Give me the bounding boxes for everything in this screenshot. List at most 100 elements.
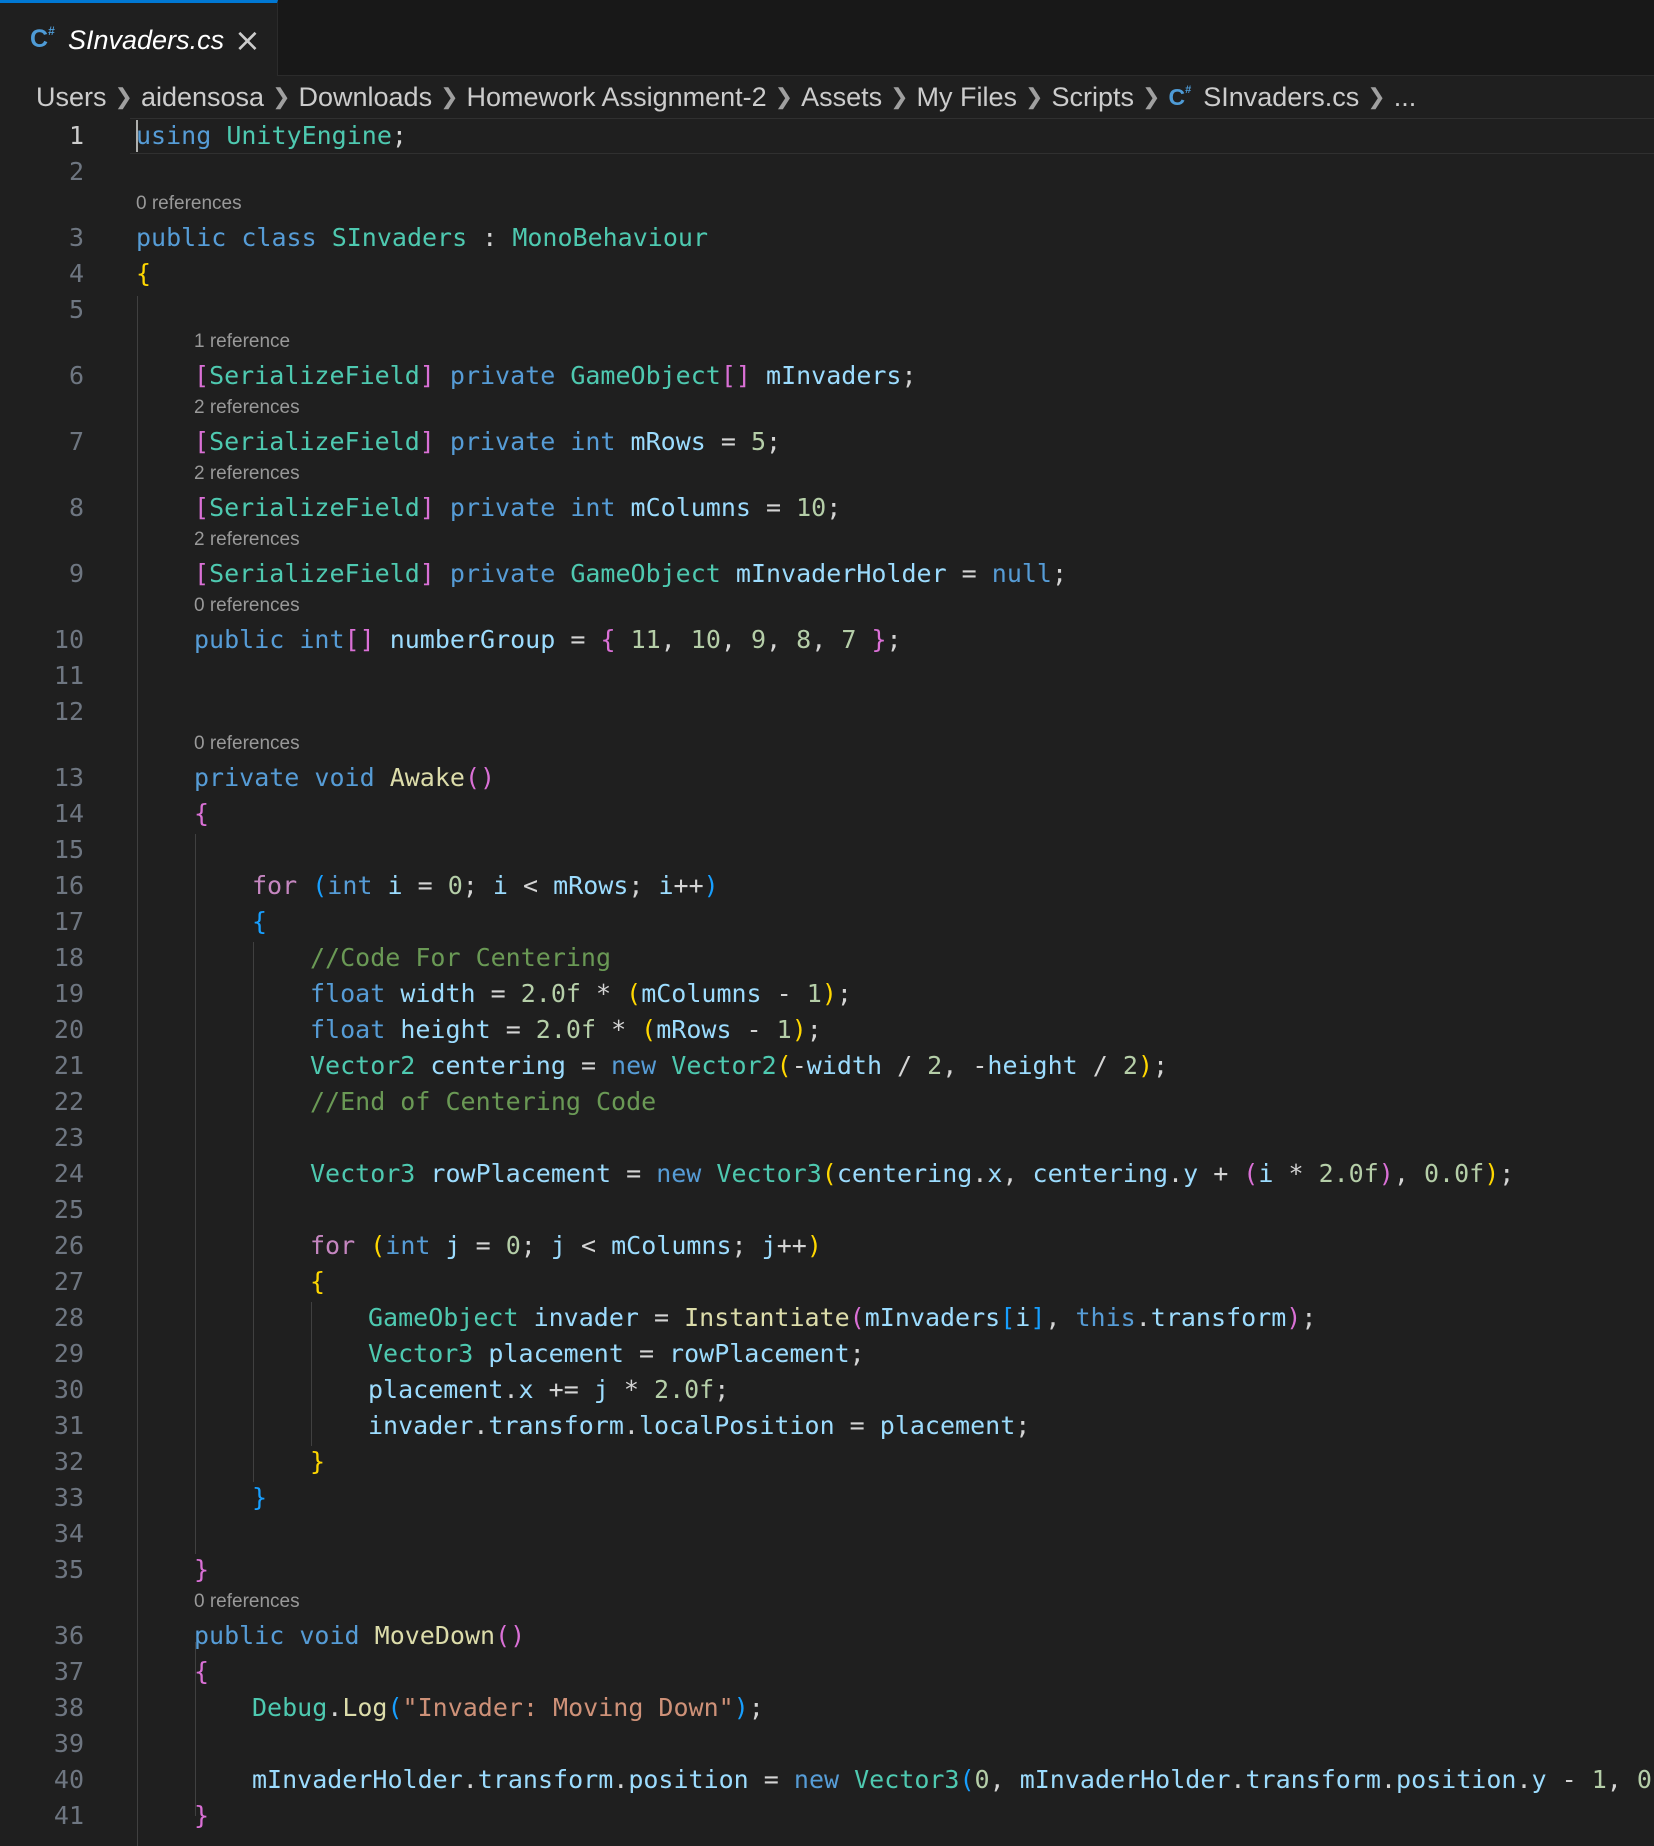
code-text[interactable]: [SerializeField] private GameObject mInv… bbox=[194, 556, 1067, 592]
code-line[interactable]: 26 for (int j = 0; j < mColumns; j++) bbox=[0, 1228, 1654, 1264]
line-number[interactable]: 26 bbox=[0, 1228, 84, 1264]
code-text[interactable]: for (int i = 0; i < mRows; i++) bbox=[252, 868, 719, 904]
code-line[interactable]: 35} bbox=[0, 1552, 1654, 1588]
code-text[interactable]: { bbox=[310, 1264, 325, 1300]
codelens-references[interactable]: 0 references bbox=[194, 595, 300, 617]
code-line[interactable]: 15 bbox=[0, 832, 1654, 868]
code-line[interactable]: 27 { bbox=[0, 1264, 1654, 1300]
code-line[interactable]: 41} bbox=[0, 1798, 1654, 1834]
code-line[interactable]: 2 bbox=[0, 154, 1654, 190]
code-text[interactable]: public int[] numberGroup = { 11, 10, 9, … bbox=[194, 622, 902, 658]
line-number[interactable]: 31 bbox=[0, 1408, 84, 1444]
code-line[interactable]: 19 float width = 2.0f * (mColumns - 1); bbox=[0, 976, 1654, 1012]
line-number[interactable]: 10 bbox=[0, 622, 84, 658]
line-number[interactable]: 20 bbox=[0, 1012, 84, 1048]
code-line[interactable]: 16 for (int i = 0; i < mRows; i++) bbox=[0, 868, 1654, 904]
code-line[interactable]: 4{ bbox=[0, 256, 1654, 292]
line-number[interactable]: 36 bbox=[0, 1618, 84, 1654]
code-line[interactable]: 9 [SerializeField] private GameObject mIn… bbox=[0, 556, 1654, 592]
code-text[interactable]: placement.x += j * 2.0f; bbox=[368, 1372, 729, 1408]
line-number[interactable]: 34 bbox=[0, 1516, 84, 1552]
code-line[interactable]: 7 [SerializeField] private int mRows = 5; bbox=[0, 424, 1654, 460]
code-text[interactable]: Vector2 centering = new Vector2(-width /… bbox=[310, 1048, 1168, 1084]
codelens-references[interactable]: 2 references bbox=[194, 463, 300, 485]
line-number[interactable]: 23 bbox=[0, 1120, 84, 1156]
code-text[interactable]: public class SInvaders : MonoBehaviour bbox=[136, 220, 708, 256]
line-number[interactable]: 6 bbox=[0, 358, 84, 394]
line-number[interactable]: 15 bbox=[0, 832, 84, 868]
code-text[interactable]: } bbox=[252, 1480, 267, 1516]
line-number[interactable]: 2 bbox=[0, 154, 84, 190]
code-text[interactable]: //End of Centering Code bbox=[310, 1084, 656, 1120]
line-number[interactable]: 28 bbox=[0, 1300, 84, 1336]
codelens-references[interactable]: 2 references bbox=[194, 529, 300, 551]
code-editor[interactable]: C# SInvaders.cs × Users ❯ aidensosa ❯ Do… bbox=[0, 0, 1654, 1846]
code-line[interactable]: 31 invader.transform.localPosition = plac… bbox=[0, 1408, 1654, 1444]
line-number[interactable]: 7 bbox=[0, 424, 84, 460]
code-text[interactable]: Vector3 rowPlacement = new Vector3(cente… bbox=[310, 1156, 1514, 1192]
line-number[interactable]: 33 bbox=[0, 1480, 84, 1516]
code-line[interactable]: 23 bbox=[0, 1120, 1654, 1156]
code-line[interactable]: 37 { bbox=[0, 1654, 1654, 1690]
code-text[interactable]: [SerializeField] private int mRows = 5; bbox=[194, 424, 781, 460]
line-number[interactable]: 17 bbox=[0, 904, 84, 940]
code-text[interactable]: [SerializeField] private int mColumns = … bbox=[194, 490, 841, 526]
code-line[interactable]: 11 bbox=[0, 658, 1654, 694]
line-number[interactable]: 21 bbox=[0, 1048, 84, 1084]
line-number[interactable]: 22 bbox=[0, 1084, 84, 1120]
code-line[interactable]: 18 //Code For Centering bbox=[0, 940, 1654, 976]
line-number[interactable]: 11 bbox=[0, 658, 84, 694]
code-text[interactable]: //Code For Centering bbox=[310, 940, 611, 976]
line-number[interactable]: 12 bbox=[0, 694, 84, 730]
code-line[interactable]: 10 public int[] numberGroup = { 11, 10, 9… bbox=[0, 622, 1654, 658]
code-text[interactable]: [SerializeField] private GameObject[] mI… bbox=[194, 358, 917, 394]
code-line[interactable]: 3 public class SInvaders : MonoBehaviour bbox=[0, 220, 1654, 256]
code-text[interactable]: public void MoveDown() bbox=[194, 1618, 525, 1654]
line-number[interactable]: 14 bbox=[0, 796, 84, 832]
line-number[interactable]: 29 bbox=[0, 1336, 84, 1372]
code-text[interactable]: { bbox=[194, 796, 209, 832]
line-number[interactable]: 25 bbox=[0, 1192, 84, 1228]
line-number[interactable]: 39 bbox=[0, 1726, 84, 1762]
code-line[interactable]: 20 float height = 2.0f * (mRows - 1); bbox=[0, 1012, 1654, 1048]
code-line[interactable]: 30 placement.x += j * 2.0f; bbox=[0, 1372, 1654, 1408]
code-line[interactable]: 1 using UnityEngine; bbox=[0, 118, 1654, 154]
line-number[interactable]: 4 bbox=[0, 256, 84, 292]
code-line[interactable]: 5 bbox=[0, 292, 1654, 328]
code-line[interactable]: 8 [SerializeField] private int mColumns =… bbox=[0, 490, 1654, 526]
line-number[interactable]: 3 bbox=[0, 220, 84, 256]
code-line[interactable]: 24 Vector3 rowPlacement = new Vector3(cen… bbox=[0, 1156, 1654, 1192]
line-number[interactable]: 19 bbox=[0, 976, 84, 1012]
line-number[interactable]: 32 bbox=[0, 1444, 84, 1480]
line-number[interactable]: 5 bbox=[0, 292, 84, 328]
code-line[interactable]: 28 GameObject invader = Instantiate(mInva… bbox=[0, 1300, 1654, 1336]
line-number[interactable]: 41 bbox=[0, 1798, 84, 1834]
code-line[interactable]: 12 bbox=[0, 694, 1654, 730]
line-number[interactable]: 1 bbox=[0, 118, 84, 154]
codelens-references[interactable]: 1 reference bbox=[194, 331, 290, 353]
code-text[interactable]: } bbox=[310, 1444, 325, 1480]
code-text[interactable]: float height = 2.0f * (mRows - 1); bbox=[310, 1012, 822, 1048]
code-line[interactable]: 36 public void MoveDown() bbox=[0, 1618, 1654, 1654]
code-line[interactable]: 39 bbox=[0, 1726, 1654, 1762]
line-number[interactable]: 40 bbox=[0, 1762, 84, 1798]
codelens-references[interactable]: 0 references bbox=[194, 1591, 300, 1613]
code-line[interactable]: 34 bbox=[0, 1516, 1654, 1552]
codelens-references[interactable]: 2 references bbox=[194, 397, 300, 419]
code-area[interactable]: 0 references 1 reference 2 references 2 … bbox=[0, 0, 1654, 1846]
code-line[interactable]: 14 { bbox=[0, 796, 1654, 832]
code-line[interactable]: 29 Vector3 placement = rowPlacement; bbox=[0, 1336, 1654, 1372]
line-number[interactable]: 13 bbox=[0, 760, 84, 796]
line-number[interactable]: 27 bbox=[0, 1264, 84, 1300]
codelens-references[interactable]: 0 references bbox=[194, 733, 300, 755]
line-number[interactable]: 30 bbox=[0, 1372, 84, 1408]
code-line[interactable]: 25 bbox=[0, 1192, 1654, 1228]
code-line[interactable]: 33} bbox=[0, 1480, 1654, 1516]
code-line[interactable]: 13 private void Awake() bbox=[0, 760, 1654, 796]
line-number[interactable]: 24 bbox=[0, 1156, 84, 1192]
code-text[interactable]: using UnityEngine; bbox=[136, 118, 407, 154]
code-line[interactable]: 17 { bbox=[0, 904, 1654, 940]
code-line[interactable]: 40 mInvaderHolder.transform.position = ne… bbox=[0, 1762, 1654, 1798]
line-number[interactable]: 9 bbox=[0, 556, 84, 592]
code-text[interactable]: Debug.Log("Invader: Moving Down"); bbox=[252, 1690, 764, 1726]
